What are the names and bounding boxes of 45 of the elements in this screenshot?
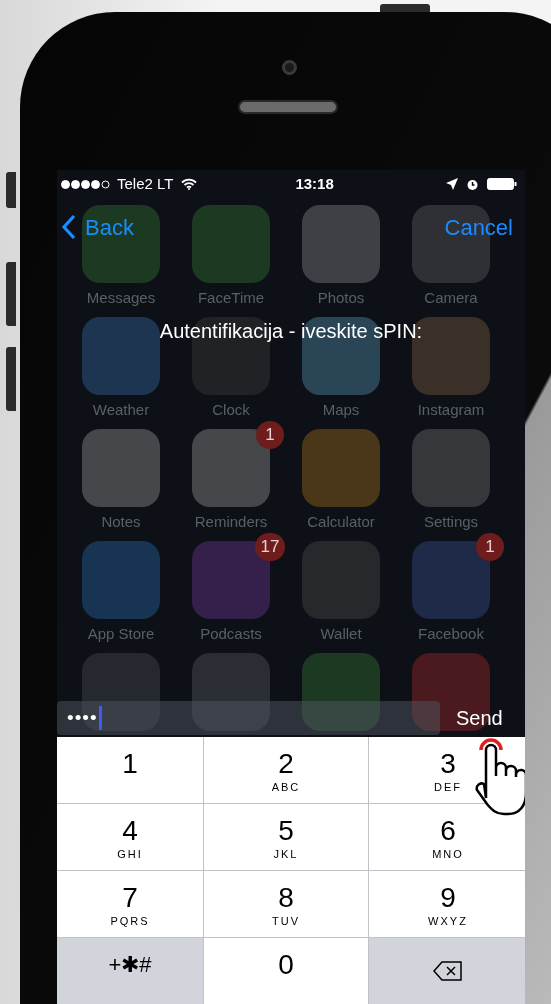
app-label: Notes [101, 512, 141, 532]
cancel-button[interactable]: Cancel [444, 210, 513, 244]
number-key[interactable]: 0 [204, 938, 368, 1004]
status-time: 13:18 [295, 173, 334, 194]
battery-icon [487, 178, 517, 190]
app-label: Facebook [418, 624, 484, 644]
signal-icon [61, 179, 113, 189]
prompt-text: Autentifikacija - iveskite sPIN: [159, 319, 423, 344]
carrier-name: Tele2 LT [117, 173, 174, 194]
number-key[interactable]: 5 JKL [204, 804, 368, 870]
delete-key[interactable] [369, 938, 525, 1004]
camera-lens [282, 60, 297, 75]
number-key[interactable]: 6 MNO [369, 804, 525, 870]
number-key[interactable]: 9 WXYZ [369, 871, 525, 937]
app-label: Maps [322, 400, 360, 420]
notification-badge: 1 [476, 533, 504, 561]
back-button[interactable]: Back [61, 210, 134, 244]
number-key[interactable]: 7 PQRS [57, 871, 203, 937]
chevron-left-icon [61, 214, 77, 240]
number-key[interactable]: 8 TUV [204, 871, 368, 937]
pin-field[interactable]: •••• [57, 701, 440, 735]
app-label: Photos [317, 288, 365, 308]
wifi-icon [181, 178, 198, 190]
app-label: Wallet [320, 624, 362, 644]
symbol-key[interactable]: +✱# [57, 938, 203, 1004]
alarm-clock-icon [466, 177, 479, 191]
location-arrow-icon [446, 178, 458, 190]
app-label: Messages [86, 288, 156, 308]
app-label: Calculator [307, 512, 375, 532]
send-button[interactable]: Send [456, 703, 503, 733]
app-label: App Store [87, 624, 155, 644]
number-key[interactable]: 4 GHI [57, 804, 203, 870]
app-label: Weather [92, 400, 150, 420]
number-key[interactable]: 1 [57, 737, 203, 803]
app-label: Instagram [417, 400, 485, 420]
app-label: FaceTime [197, 288, 265, 308]
app-label: Reminders [194, 512, 268, 532]
app-label: Camera [424, 288, 478, 308]
number-key[interactable]: 2 ABC [204, 737, 368, 803]
delete-key-icon [433, 961, 463, 981]
notification-badge: 1 [256, 421, 284, 449]
app-label: Settings [423, 512, 479, 532]
app-label: Podcasts [200, 624, 262, 644]
app-label: Clock [212, 400, 250, 420]
notification-badge: 17 [254, 533, 286, 561]
